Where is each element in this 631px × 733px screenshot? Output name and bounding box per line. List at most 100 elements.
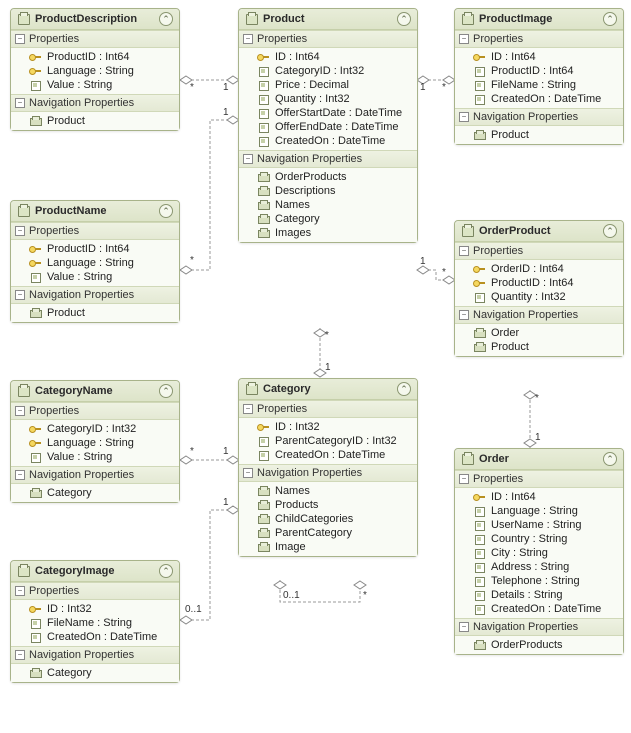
navprops-section-header[interactable]: −Navigation Properties <box>455 306 623 324</box>
entity-product[interactable]: Product⌃−Properties ID : Int64CategoryID … <box>238 8 418 243</box>
section-toggle[interactable]: − <box>15 650 25 660</box>
entity-header[interactable]: OrderProduct⌃ <box>455 221 623 242</box>
navprop-row[interactable]: Category <box>11 666 179 680</box>
property-row[interactable]: Value : String <box>11 270 179 284</box>
property-row[interactable]: CreatedOn : DateTime <box>455 602 623 616</box>
entity-header[interactable]: ProductImage⌃ <box>455 9 623 30</box>
property-row[interactable]: ID : Int32 <box>11 602 179 616</box>
navprops-section-header[interactable]: −Navigation Properties <box>11 94 179 112</box>
properties-section-header[interactable]: −Properties <box>239 30 417 48</box>
entity-orderproduct[interactable]: OrderProduct⌃−PropertiesOrderID : Int64P… <box>454 220 624 357</box>
section-toggle[interactable]: − <box>459 34 469 44</box>
section-toggle[interactable]: − <box>243 404 253 414</box>
section-toggle[interactable]: − <box>15 290 25 300</box>
property-row[interactable]: Language : String <box>11 436 179 450</box>
property-row[interactable]: Price : Decimal <box>239 78 417 92</box>
property-row[interactable]: Quantity : Int32 <box>455 290 623 304</box>
collapse-button[interactable]: ⌃ <box>159 564 173 578</box>
property-row[interactable]: Telephone : String <box>455 574 623 588</box>
entity-header[interactable]: ProductDescription⌃ <box>11 9 179 30</box>
property-row[interactable]: ProductID : Int64 <box>455 64 623 78</box>
section-toggle[interactable]: − <box>243 154 253 164</box>
entity-header[interactable]: CategoryImage⌃ <box>11 561 179 582</box>
properties-section-header[interactable]: −Properties <box>239 400 417 418</box>
entity-order[interactable]: Order⌃−PropertiesID : Int64Language : St… <box>454 448 624 655</box>
entity-header[interactable]: CategoryName⌃ <box>11 381 179 402</box>
collapse-button[interactable]: ⌃ <box>603 12 617 26</box>
navprop-row[interactable]: Category <box>11 486 179 500</box>
property-row[interactable]: ID : Int64 <box>239 50 417 64</box>
property-row[interactable]: Language : String <box>455 504 623 518</box>
navprop-row[interactable]: Product <box>11 114 179 128</box>
navprop-row[interactable]: Names <box>239 484 417 498</box>
section-toggle[interactable]: − <box>459 112 469 122</box>
property-row[interactable]: FileName : String <box>455 78 623 92</box>
entity-header[interactable]: ProductName⌃ <box>11 201 179 222</box>
properties-section-header[interactable]: −Properties <box>11 222 179 240</box>
property-row[interactable]: CreatedOn : DateTime <box>11 630 179 644</box>
property-row[interactable]: CategoryID : Int32 <box>239 64 417 78</box>
navprop-row[interactable]: Product <box>11 306 179 320</box>
navprop-row[interactable]: Descriptions <box>239 184 417 198</box>
navprops-section-header[interactable]: −Navigation Properties <box>11 466 179 484</box>
property-row[interactable]: ID : Int32 <box>239 420 417 434</box>
entity-category[interactable]: Category⌃−Properties ID : Int32ParentCate… <box>238 378 418 557</box>
navprops-section-header[interactable]: −Navigation Properties <box>11 286 179 304</box>
property-row[interactable]: CategoryID : Int32 <box>11 422 179 436</box>
collapse-button[interactable]: ⌃ <box>159 204 173 218</box>
property-row[interactable]: ID : Int64 <box>455 50 623 64</box>
section-toggle[interactable]: − <box>15 406 25 416</box>
property-row[interactable]: OrderID : Int64 <box>455 262 623 276</box>
property-row[interactable]: Language : String <box>11 64 179 78</box>
entity-categoryimage[interactable]: CategoryImage⌃−PropertiesID : Int32FileN… <box>10 560 180 683</box>
property-row[interactable]: FileName : String <box>11 616 179 630</box>
properties-section-header[interactable]: −Properties <box>11 402 179 420</box>
entity-header[interactable]: Category⌃ <box>239 379 417 400</box>
properties-section-header[interactable]: −Properties <box>455 242 623 260</box>
section-toggle[interactable]: − <box>15 34 25 44</box>
property-row[interactable]: ParentCategoryID : Int32 <box>239 434 417 448</box>
entity-categoryname[interactable]: CategoryName⌃−Properties CategoryID : Int… <box>10 380 180 503</box>
property-row[interactable]: ID : Int64 <box>455 490 623 504</box>
property-row[interactable]: OfferEndDate : DateTime <box>239 120 417 134</box>
entity-productname[interactable]: ProductName⌃−PropertiesProductID : Int64… <box>10 200 180 323</box>
property-row[interactable]: OfferStartDate : DateTime <box>239 106 417 120</box>
property-row[interactable]: Value : String <box>11 450 179 464</box>
navprop-row[interactable]: ChildCategories <box>239 512 417 526</box>
property-row[interactable]: ProductID : Int64 <box>455 276 623 290</box>
properties-section-header[interactable]: −Properties <box>455 30 623 48</box>
property-row[interactable]: CreatedOn : DateTime <box>239 134 417 148</box>
collapse-button[interactable]: ⌃ <box>603 452 617 466</box>
section-toggle[interactable]: − <box>243 468 253 478</box>
collapse-button[interactable]: ⌃ <box>397 12 411 26</box>
navprops-section-header[interactable]: −Navigation Properties <box>239 150 417 168</box>
entity-productimage[interactable]: ProductImage⌃−PropertiesID : Int64Produc… <box>454 8 624 145</box>
section-toggle[interactable]: − <box>459 622 469 632</box>
section-toggle[interactable]: − <box>243 34 253 44</box>
property-row[interactable]: City : String <box>455 546 623 560</box>
property-row[interactable]: Address : String <box>455 560 623 574</box>
entity-header[interactable]: Order⌃ <box>455 449 623 470</box>
collapse-button[interactable]: ⌃ <box>397 382 411 396</box>
property-row[interactable]: Value : String <box>11 78 179 92</box>
collapse-button[interactable]: ⌃ <box>159 384 173 398</box>
section-toggle[interactable]: − <box>459 474 469 484</box>
property-row[interactable]: CreatedOn : DateTime <box>239 448 417 462</box>
navprop-row[interactable]: Products <box>239 498 417 512</box>
navprop-row[interactable]: Product <box>455 128 623 142</box>
entity-header[interactable]: Product⌃ <box>239 9 417 30</box>
section-toggle[interactable]: − <box>15 98 25 108</box>
entity-productdescription[interactable]: ProductDescription⌃−PropertiesProductID … <box>10 8 180 131</box>
navprop-row[interactable]: OrderProducts <box>239 170 417 184</box>
navprop-row[interactable]: Category <box>239 212 417 226</box>
navprops-section-header[interactable]: −Navigation Properties <box>455 108 623 126</box>
navprop-row[interactable]: Names <box>239 198 417 212</box>
navprop-row[interactable]: OrderProducts <box>455 638 623 652</box>
collapse-button[interactable]: ⌃ <box>603 224 617 238</box>
navprop-row[interactable]: Product <box>455 340 623 354</box>
navprops-section-header[interactable]: −Navigation Properties <box>455 618 623 636</box>
property-row[interactable]: CreatedOn : DateTime <box>455 92 623 106</box>
property-row[interactable]: ProductID : Int64 <box>11 50 179 64</box>
section-toggle[interactable]: − <box>15 226 25 236</box>
section-toggle[interactable]: − <box>15 470 25 480</box>
